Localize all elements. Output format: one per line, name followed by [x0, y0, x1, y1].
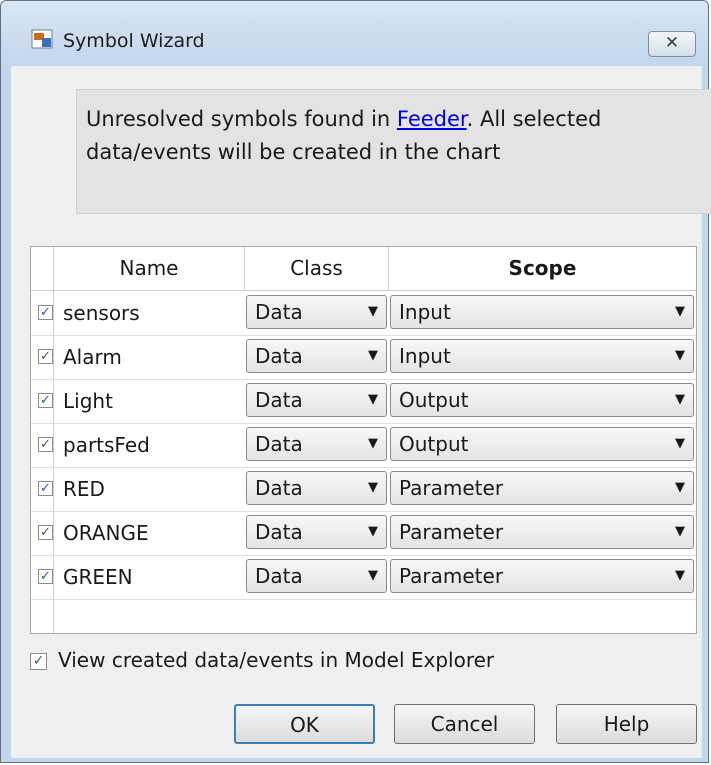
checkmark-icon: ✓ — [32, 653, 45, 669]
scope-value: Input — [399, 344, 451, 368]
scope-value: Output — [399, 388, 469, 412]
table-row: ✓ sensors Data ▼ Input ▼ — [31, 291, 696, 336]
checkmark-icon: ✓ — [40, 305, 51, 320]
symbol-name: RED — [63, 477, 105, 501]
row-checkbox[interactable]: ✓ — [38, 437, 53, 452]
class-value: Data — [255, 520, 303, 544]
table-row: ✓ RED Data ▼ Parameter ▼ — [31, 467, 696, 512]
checkmark-icon: ✓ — [40, 437, 51, 452]
help-button[interactable]: Help — [556, 704, 697, 744]
scope-dropdown[interactable]: Parameter ▼ — [390, 515, 694, 549]
class-value: Data — [255, 476, 303, 500]
dropdown-arrow-icon: ▼ — [675, 348, 685, 363]
dropdown-arrow-icon: ▼ — [368, 524, 378, 539]
cancel-button[interactable]: Cancel — [394, 704, 535, 744]
title-bar: Symbol Wizard ✕ — [1, 1, 708, 57]
scope-dropdown[interactable]: Input ▼ — [390, 295, 694, 329]
checkmark-icon: ✓ — [40, 569, 51, 584]
scope-dropdown[interactable]: Input ▼ — [390, 339, 694, 373]
scope-value: Parameter — [399, 564, 504, 588]
header-class[interactable]: Class — [245, 247, 389, 291]
row-checkbox[interactable]: ✓ — [38, 481, 53, 496]
window-title: Symbol Wizard — [63, 30, 205, 52]
checkmark-icon: ✓ — [40, 481, 51, 496]
symbols-table: Name Class Scope ✓ sensors Data ▼ Input ▼ … — [30, 246, 697, 634]
dropdown-arrow-icon: ▼ — [675, 392, 685, 407]
dropdown-arrow-icon: ▼ — [675, 524, 685, 539]
class-value: Data — [255, 300, 303, 324]
class-dropdown[interactable]: Data ▼ — [246, 383, 387, 417]
header-scope[interactable]: Scope — [389, 247, 696, 291]
info-message: Unresolved symbols found in Feeder. All … — [86, 103, 686, 169]
symbol-name: Light — [63, 389, 113, 413]
checkmark-icon: ✓ — [40, 349, 51, 364]
class-value: Data — [255, 432, 303, 456]
class-dropdown[interactable]: Data ▼ — [246, 295, 387, 329]
row-checkbox[interactable]: ✓ — [38, 305, 53, 320]
dropdown-arrow-icon: ▼ — [675, 568, 685, 583]
scope-value: Input — [399, 300, 451, 324]
dropdown-arrow-icon: ▼ — [368, 480, 378, 495]
row-checkbox[interactable]: ✓ — [38, 393, 53, 408]
dropdown-arrow-icon: ▼ — [675, 480, 685, 495]
scope-value: Parameter — [399, 520, 504, 544]
ok-button[interactable]: OK — [234, 704, 375, 744]
scope-dropdown[interactable]: Parameter ▼ — [390, 559, 694, 593]
scope-value: Output — [399, 432, 469, 456]
table-row: ✓ Light Data ▼ Output ▼ — [31, 379, 696, 424]
checkmark-icon: ✓ — [40, 525, 51, 540]
view-in-model-explorer-checkbox[interactable]: ✓ — [30, 653, 47, 670]
class-dropdown[interactable]: Data ▼ — [246, 515, 387, 549]
close-icon: ✕ — [664, 33, 680, 53]
header-select — [31, 247, 54, 291]
row-checkbox[interactable]: ✓ — [38, 569, 53, 584]
dropdown-arrow-icon: ▼ — [368, 436, 378, 451]
dropdown-arrow-icon: ▼ — [368, 392, 378, 407]
feeder-link[interactable]: Feeder — [397, 107, 467, 131]
table-row: ✓ partsFed Data ▼ Output ▼ — [31, 423, 696, 468]
class-value: Data — [255, 564, 303, 588]
dropdown-arrow-icon: ▼ — [675, 304, 685, 319]
app-icon — [31, 29, 53, 49]
info-prefix: Unresolved symbols found in — [86, 107, 397, 131]
symbol-name: ORANGE — [63, 521, 149, 545]
dropdown-arrow-icon: ▼ — [368, 304, 378, 319]
dropdown-arrow-icon: ▼ — [368, 348, 378, 363]
dropdown-arrow-icon: ▼ — [675, 436, 685, 451]
row-checkbox[interactable]: ✓ — [38, 525, 53, 540]
symbol-name: Alarm — [63, 345, 122, 369]
scope-value: Parameter — [399, 476, 504, 500]
table-row: ✓ Alarm Data ▼ Input ▼ — [31, 335, 696, 380]
class-dropdown[interactable]: Data ▼ — [246, 559, 387, 593]
table-row: ✓ ORANGE Data ▼ Parameter ▼ — [31, 511, 696, 556]
header-name[interactable]: Name — [54, 247, 245, 291]
checkmark-icon: ✓ — [40, 393, 51, 408]
scope-dropdown[interactable]: Output ▼ — [390, 383, 694, 417]
close-button[interactable]: ✕ — [648, 31, 696, 57]
symbol-name: partsFed — [63, 433, 150, 457]
scope-dropdown[interactable]: Parameter ▼ — [390, 471, 694, 505]
class-value: Data — [255, 388, 303, 412]
table-row: ✓ GREEN Data ▼ Parameter ▼ — [31, 555, 696, 600]
view-in-model-explorer-label[interactable]: View created data/events in Model Explor… — [58, 648, 494, 672]
class-dropdown[interactable]: Data ▼ — [246, 339, 387, 373]
class-dropdown[interactable]: Data ▼ — [246, 427, 387, 461]
symbol-name: sensors — [63, 301, 140, 325]
scope-dropdown[interactable]: Output ▼ — [390, 427, 694, 461]
class-value: Data — [255, 344, 303, 368]
dropdown-arrow-icon: ▼ — [368, 568, 378, 583]
class-dropdown[interactable]: Data ▼ — [246, 471, 387, 505]
row-checkbox[interactable]: ✓ — [38, 349, 53, 364]
symbol-name: GREEN — [63, 565, 133, 589]
